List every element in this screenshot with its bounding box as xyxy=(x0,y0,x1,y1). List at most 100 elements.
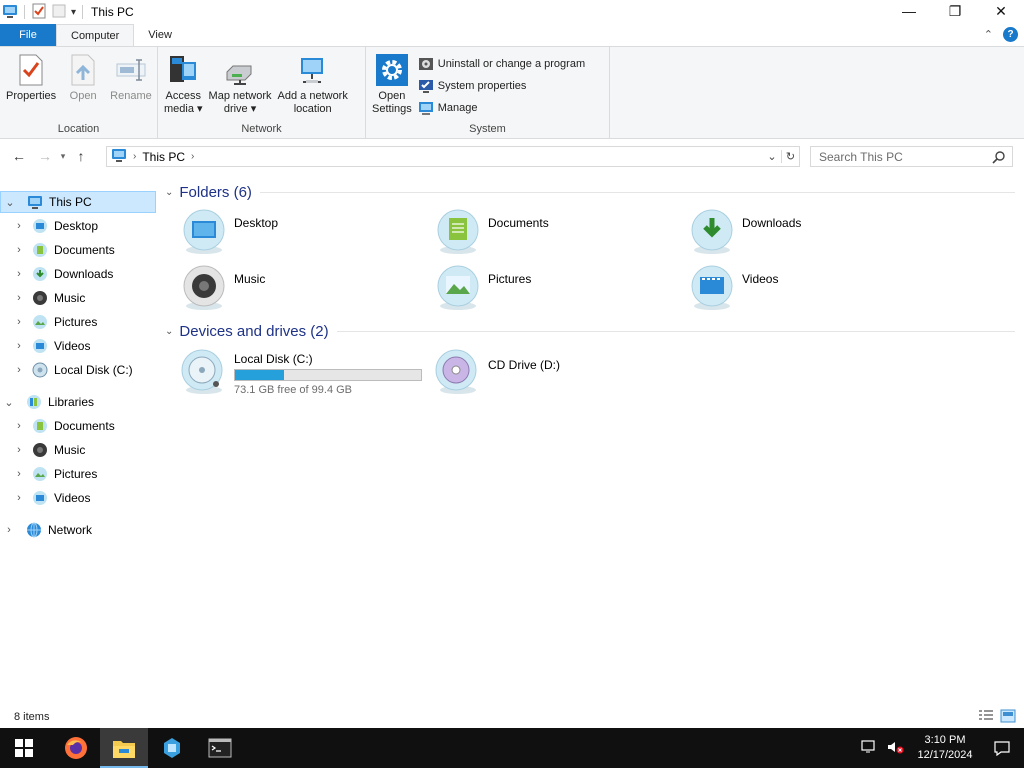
address-bar[interactable]: › This PC › ⌄ ↻ xyxy=(106,146,800,167)
folder-tile-videos[interactable]: Videos xyxy=(688,264,928,318)
add-network-location-label-2: location xyxy=(293,103,332,115)
section-devices-header[interactable]: ⌄ Devices and drives (2) xyxy=(165,323,1015,340)
collapse-ribbon-icon[interactable]: ⌃ xyxy=(984,28,993,41)
tree-item-libraries[interactable]: ⌄ Libraries xyxy=(0,391,156,413)
expand-chevron-icon[interactable]: › xyxy=(12,268,26,280)
taskbar-firefox[interactable] xyxy=(52,728,100,768)
tree-item-music[interactable]: › Music xyxy=(0,287,156,309)
expand-chevron-icon[interactable]: › xyxy=(12,340,26,352)
expand-chevron-icon[interactable]: › xyxy=(12,444,26,456)
taskbar-app-3[interactable] xyxy=(148,728,196,768)
tab-view[interactable]: View xyxy=(134,24,186,46)
drive-tile-local-disk-c[interactable]: Local Disk (C:) 73.1 GB free of 99.4 GB xyxy=(180,348,430,402)
back-arrow-icon[interactable]: ← xyxy=(8,145,30,167)
tab-computer[interactable]: Computer xyxy=(56,24,135,46)
network-status-icon[interactable] xyxy=(860,739,878,758)
access-media-label-1: Access xyxy=(165,90,201,102)
system-properties-icon xyxy=(418,78,434,94)
videos-icon xyxy=(32,338,48,354)
breadcrumb-chevron-icon[interactable]: › xyxy=(133,151,136,162)
expand-chevron-icon[interactable]: › xyxy=(12,364,26,376)
large-icons-view-icon[interactable] xyxy=(1000,709,1016,726)
expand-chevron-icon[interactable]: › xyxy=(12,292,26,304)
folder-tile-pictures[interactable]: Pictures xyxy=(434,264,674,318)
taskbar-terminal[interactable] xyxy=(196,728,244,768)
breadcrumb-this-pc[interactable]: This PC xyxy=(142,150,185,164)
uninstall-program-button[interactable]: Uninstall or change a program xyxy=(418,55,585,73)
uninstall-icon xyxy=(418,56,434,72)
tree-item-desktop[interactable]: › Desktop xyxy=(0,215,156,237)
expand-chevron-icon[interactable]: › xyxy=(12,420,26,432)
forward-arrow-icon[interactable]: → xyxy=(34,145,56,167)
tree-item-local-disk-c[interactable]: › Local Disk (C:) xyxy=(0,359,156,381)
refresh-icon[interactable]: ↻ xyxy=(781,150,799,163)
tree-item-pictures[interactable]: › Pictures xyxy=(0,311,156,333)
view-toggle-buttons xyxy=(978,709,1016,726)
desktop-icon xyxy=(32,218,48,234)
tree-item-library-documents[interactable]: › Documents xyxy=(0,415,156,437)
tree-item-videos[interactable]: › Videos xyxy=(0,335,156,357)
collapse-chevron-icon[interactable]: ⌄ xyxy=(165,326,173,337)
folder-tile-downloads[interactable]: Downloads xyxy=(688,208,928,262)
details-view-icon[interactable] xyxy=(978,709,994,726)
notifications-icon[interactable] xyxy=(980,740,1024,756)
folder-tile-music[interactable]: Music xyxy=(180,264,420,318)
desktop-folder-icon xyxy=(183,209,225,254)
tree-item-this-pc[interactable]: ⌄ This PC xyxy=(0,191,156,213)
search-box[interactable]: Search This PC xyxy=(810,146,1013,167)
breadcrumb-chevron-icon[interactable]: › xyxy=(191,151,194,162)
expand-chevron-icon[interactable]: ⌄ xyxy=(3,196,17,209)
map-network-drive-icon xyxy=(223,53,257,87)
tree-item-network[interactable]: › Network xyxy=(0,519,156,541)
expand-chevron-icon[interactable]: ⌄ xyxy=(2,396,16,409)
properties-qa-icon[interactable] xyxy=(31,3,47,22)
music-icon xyxy=(32,442,48,458)
open-settings-label-1: Open xyxy=(378,90,406,102)
start-button[interactable] xyxy=(0,728,48,768)
manage-button[interactable]: Manage xyxy=(418,99,585,117)
clock[interactable]: 3:10 PM 12/17/2024 xyxy=(910,733,980,763)
expand-chevron-icon[interactable]: › xyxy=(12,492,26,504)
drive-tile-cd-drive-d[interactable]: CD Drive (D:) xyxy=(434,348,674,402)
expand-chevron-icon[interactable]: › xyxy=(12,316,26,328)
ribbon-tabs: File Computer View ⌃ ? xyxy=(0,24,1024,46)
expand-chevron-icon[interactable]: › xyxy=(12,468,26,480)
add-network-location-icon xyxy=(296,53,330,87)
open-settings-label-2: Settings xyxy=(372,103,412,115)
close-button[interactable]: ✕ xyxy=(978,0,1024,22)
folder-tile-documents[interactable]: Documents xyxy=(434,208,674,262)
ribbon: Properties Open Rename Location Access m… xyxy=(0,46,1024,139)
section-folders-header[interactable]: ⌄ Folders (6) xyxy=(165,184,1015,201)
volume-muted-icon[interactable] xyxy=(886,739,904,758)
tree-item-downloads[interactable]: › Downloads xyxy=(0,263,156,285)
tree-item-label: Local Disk (C:) xyxy=(54,363,133,377)
drive-usage-fill xyxy=(235,370,285,380)
window-controls: — ❐ ✕ xyxy=(886,0,1024,22)
tree-item-documents[interactable]: › Documents xyxy=(0,239,156,261)
open-label: Open xyxy=(69,90,97,102)
expand-chevron-icon[interactable]: › xyxy=(2,524,16,536)
group-system-label: System xyxy=(469,123,506,135)
customize-qa-dropdown-icon[interactable]: ▾ xyxy=(71,7,76,18)
collapse-chevron-icon[interactable]: ⌄ xyxy=(165,187,173,198)
tree-item-library-music[interactable]: › Music xyxy=(0,439,156,461)
minimize-button[interactable]: — xyxy=(886,0,932,22)
section-folders-title: Folders (6) xyxy=(179,184,252,201)
properties-label: Properties xyxy=(6,90,57,102)
new-folder-qa-icon[interactable] xyxy=(51,3,67,22)
tab-file[interactable]: File xyxy=(0,24,56,46)
tree-item-library-pictures[interactable]: › Pictures xyxy=(0,463,156,485)
tree-item-library-videos[interactable]: › Videos xyxy=(0,487,156,509)
system-properties-button[interactable]: System properties xyxy=(418,77,585,95)
address-dropdown-icon[interactable]: ⌄ xyxy=(763,150,781,163)
taskbar-file-explorer[interactable] xyxy=(100,728,148,768)
folder-tile-desktop[interactable]: Desktop xyxy=(180,208,420,262)
help-icon[interactable]: ? xyxy=(1003,27,1018,42)
up-arrow-icon[interactable]: ↑ xyxy=(70,145,92,167)
restore-button[interactable]: ❐ xyxy=(932,0,978,22)
navigation-pane: ⌄ This PC › Desktop › Documents › Downlo… xyxy=(0,185,160,705)
expand-chevron-icon[interactable]: › xyxy=(12,244,26,256)
search-icon[interactable] xyxy=(992,150,1006,167)
expand-chevron-icon[interactable]: › xyxy=(12,220,26,232)
recent-locations-dropdown-icon[interactable]: ▾ xyxy=(56,145,70,167)
